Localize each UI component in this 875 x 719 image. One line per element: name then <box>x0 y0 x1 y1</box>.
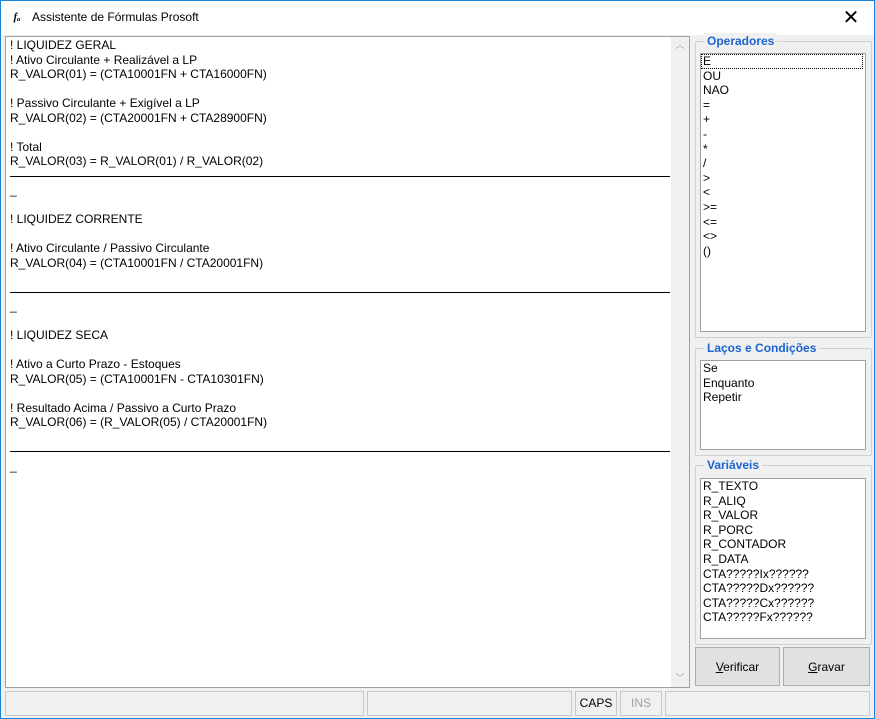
formula-app-icon: fₐ <box>13 11 21 23</box>
editor-line: _ <box>10 299 17 313</box>
lacos-list[interactable]: Se Enquanto Repetir <box>700 360 866 450</box>
lacos-group: Laços e Condições Se Enquanto Repetir <box>695 340 872 456</box>
close-icon: ✕ <box>842 7 860 29</box>
variaveis-list[interactable]: R_TEXTO R_ALIQ R_VALOR R_PORC R_CONTADOR R_DA… <box>700 478 866 639</box>
editor-line: R_VALOR(03) = R_VALOR(01) / R_VALOR(02) <box>10 154 264 168</box>
operador-item[interactable]: - <box>701 127 865 142</box>
operadores-list[interactable]: E OU NAO = + - * / > < >= <= <>() <box>700 53 866 332</box>
operador-item[interactable]: NAO <box>701 83 865 98</box>
close-button[interactable]: ✕ <box>828 1 874 35</box>
editor-separator-line <box>10 444 670 459</box>
editor-line: R_VALOR(01) = (CTA10001FN + CTA16000FN) <box>10 67 267 81</box>
variavel-item[interactable]: CTA?????Fx?????? <box>701 610 865 625</box>
editor-line: ! LIQUIDEZ SECA <box>10 328 109 342</box>
verificar-button[interactable]: Verificar <box>695 647 780 686</box>
operador-item[interactable]: () <box>701 244 865 259</box>
operador-item[interactable]: = <box>701 98 865 113</box>
laco-item[interactable]: Repetir <box>701 390 865 405</box>
operador-item[interactable]: OU <box>701 69 865 84</box>
editor-separator-line <box>10 169 670 184</box>
variavel-item[interactable]: R_DATA <box>701 552 865 567</box>
editor-line: ! Total <box>10 139 42 154</box>
editor-line: ! LIQUIDEZ CORRENTE <box>10 212 143 226</box>
variavel-item[interactable]: CTA?????Cx?????? <box>701 596 865 611</box>
formula-assistant-window: fₐ Assistente de Fórmulas Prosoft ✕ ! LI… <box>0 0 875 719</box>
variaveis-group: Variáveis R_TEXTO R_ALIQ R_VALOR R_PORC R_CO… <box>695 457 872 645</box>
status-panel-2 <box>367 691 572 716</box>
editor-line: ! Passivo Circulante + Exigível a LP <box>10 96 200 110</box>
variavel-item[interactable]: CTA?????Dx?????? <box>701 581 865 596</box>
editor-line: _ <box>10 183 17 197</box>
operador-item[interactable]: <> <box>701 229 865 244</box>
editor-line: _ <box>10 458 17 473</box>
lacos-label: Laços e Condições <box>704 340 820 356</box>
formula-editor[interactable]: ! LIQUIDEZ GERAL! Ativo Circulante + Rea… <box>5 36 690 688</box>
operador-item[interactable]: + <box>701 112 865 127</box>
editor-line: R_VALOR(05) = (CTA10001FN - CTA10301FN) <box>10 371 264 386</box>
scroll-down-icon[interactable]: ﹀ <box>671 670 689 687</box>
status-caps: CAPS <box>575 691 617 716</box>
status-panel-1 <box>5 691 364 716</box>
operadores-label: Operadores <box>704 33 778 49</box>
editor-line: ! Ativo a Curto Prazo - Estoques <box>10 357 181 371</box>
title-bar[interactable]: fₐ Assistente de Fórmulas Prosoft ✕ <box>1 1 874 35</box>
formula-editor-text[interactable]: ! LIQUIDEZ GERAL! Ativo Circulante + Rea… <box>10 38 670 473</box>
operador-item[interactable]: / <box>701 156 865 171</box>
laco-item[interactable]: Enquanto <box>701 376 865 391</box>
status-bar: CAPS INS <box>1 689 874 718</box>
gravar-button[interactable]: Gravar <box>783 647 870 686</box>
operador-item[interactable]: < <box>701 185 865 200</box>
operadores-group: Operadores E OU NAO = + - * / > < >= <= <>() <box>695 33 872 338</box>
operador-item[interactable]: * <box>701 142 865 157</box>
variaveis-label: Variáveis <box>704 457 763 473</box>
operador-item[interactable]: > <box>701 171 865 186</box>
editor-vertical-scrollbar[interactable]: ︿ ﹀ <box>671 37 689 687</box>
variavel-item[interactable]: R_ALIQ <box>701 494 865 509</box>
operador-item[interactable]: E <box>701 54 863 69</box>
editor-separator-line <box>10 285 670 300</box>
status-ins: INS <box>620 691 662 716</box>
variavel-item[interactable]: R_TEXTO <box>701 479 865 494</box>
operador-item[interactable]: >= <box>701 200 865 215</box>
laco-item[interactable]: Se <box>701 361 865 376</box>
editor-line: ! Ativo Circulante + Realizável a LP <box>10 52 198 67</box>
window-title: Assistente de Fórmulas Prosoft <box>32 10 199 24</box>
operador-item[interactable]: <= <box>701 215 865 230</box>
editor-line: R_VALOR(04) = (CTA10001FN / CTA20001FN) <box>10 255 264 270</box>
variavel-item[interactable]: R_CONTADOR <box>701 537 865 552</box>
variavel-item[interactable]: CTA?????Ix?????? <box>701 567 865 582</box>
editor-line: ! LIQUIDEZ GERAL <box>10 38 117 52</box>
variavel-item[interactable]: R_PORC <box>701 523 865 538</box>
status-panel-5 <box>665 691 870 716</box>
variavel-item[interactable]: R_VALOR <box>701 508 865 523</box>
editor-line: ! Resultado Acima / Passivo a Curto Praz… <box>10 400 237 415</box>
editor-line: ! Ativo Circulante / Passivo Circulante <box>10 241 210 255</box>
editor-line: R_VALOR(06) = (R_VALOR(05) / CTA20001FN) <box>10 415 268 429</box>
editor-line: R_VALOR(02) = (CTA20001FN + CTA28900FN) <box>10 110 267 125</box>
scroll-up-icon[interactable]: ︿ <box>671 37 689 54</box>
